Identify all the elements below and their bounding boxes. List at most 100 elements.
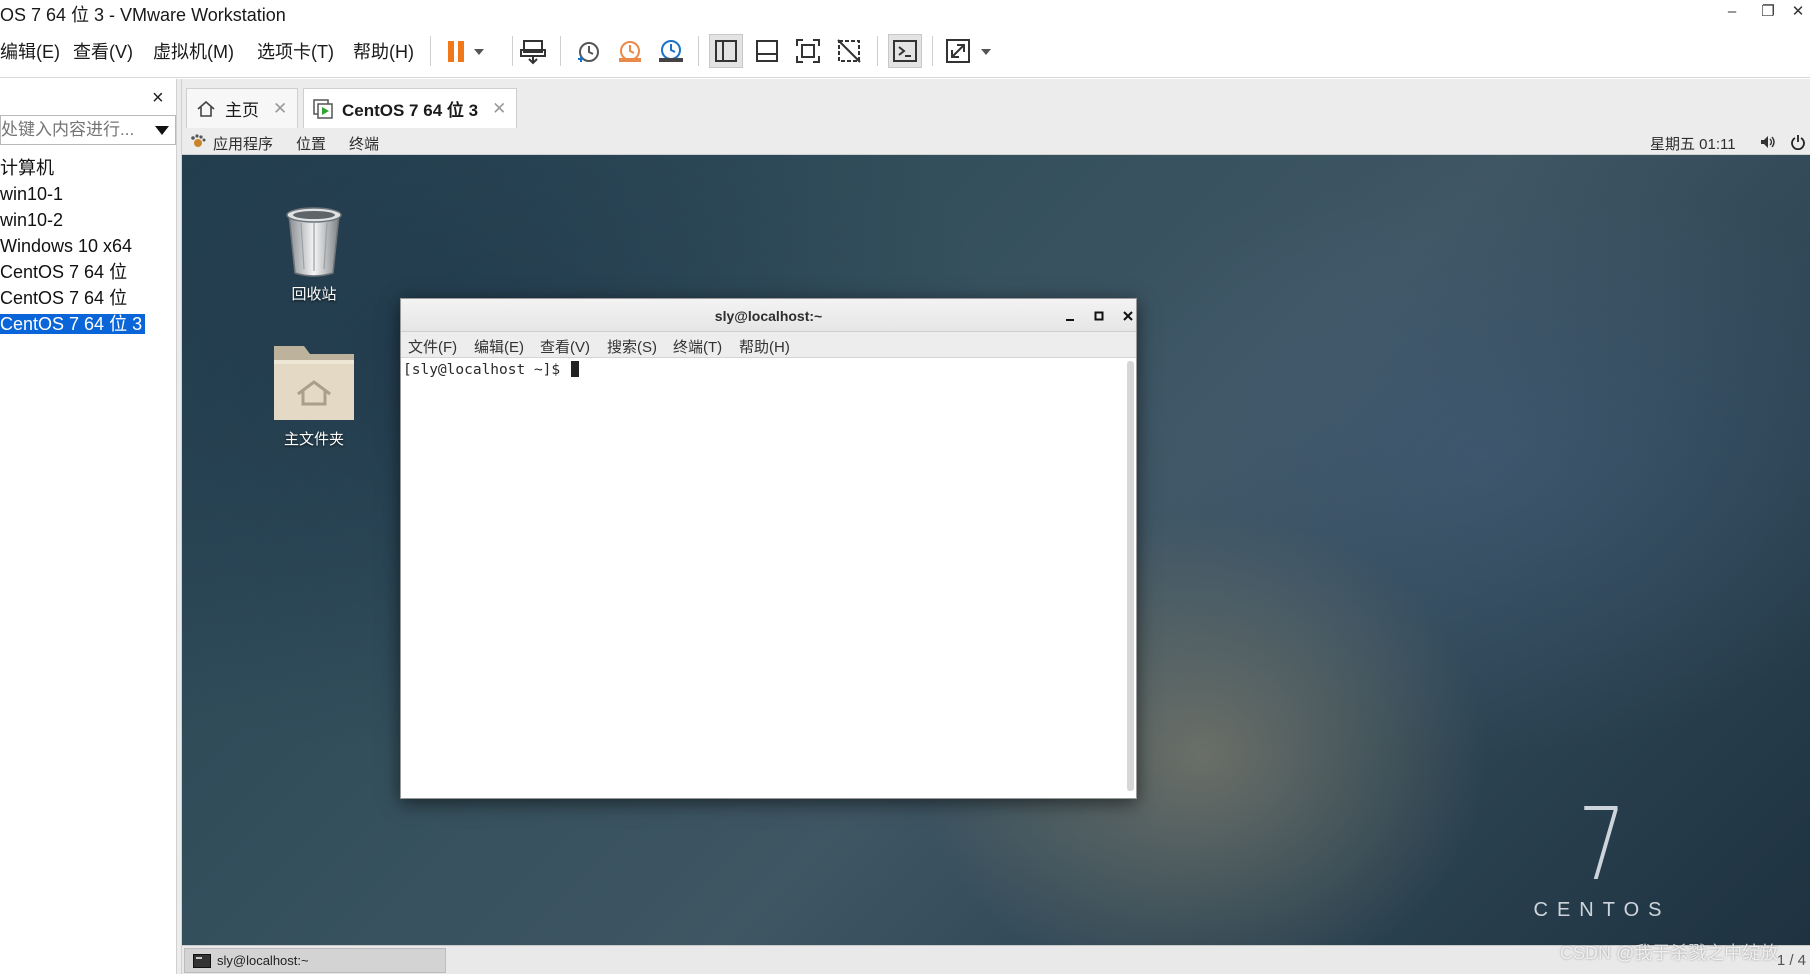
snapshot-icon bbox=[578, 42, 599, 62]
terminal-menu-view[interactable]: 查看(V) bbox=[540, 336, 590, 357]
chevron-down-icon[interactable] bbox=[155, 126, 169, 135]
snapshot-button[interactable] bbox=[571, 34, 605, 68]
vm-list-item[interactable]: CentOS 7 64 位 bbox=[0, 259, 176, 285]
watermark: CSDN @我于杀戮之中绽放 bbox=[1560, 943, 1779, 963]
close-button[interactable]: ✕ bbox=[1786, 0, 1810, 22]
restore-button[interactable]: ❐ bbox=[1750, 0, 1786, 22]
vm-list-item[interactable]: 计算机 bbox=[0, 155, 176, 181]
menu-edit[interactable]: 编辑(E) bbox=[0, 38, 60, 64]
vm-list-item[interactable]: win10-1 bbox=[0, 181, 176, 207]
trash-icon bbox=[286, 207, 342, 277]
vm-list-item-label: CentOS 7 64 位 bbox=[0, 288, 128, 308]
vm-list-item-label: win10-1 bbox=[0, 184, 64, 204]
vm-list-item-label: Windows 10 x64 bbox=[0, 236, 133, 256]
terminal-menu-terminal[interactable]: 终端(T) bbox=[673, 336, 722, 357]
taskbar-item-label: sly@localhost:~ bbox=[217, 953, 309, 968]
gnome-terminal-menu[interactable]: 终端 bbox=[349, 133, 379, 154]
centos-branding: 7 CENTOS bbox=[1532, 795, 1672, 922]
terminal-close-button[interactable] bbox=[1117, 305, 1139, 327]
snapshot-manager-button[interactable] bbox=[653, 34, 687, 68]
terminal-menu-search[interactable]: 搜索(S) bbox=[607, 336, 657, 357]
vm-area: 主页 ✕ CentOS 7 64 位 3 ✕ 应用程序 位置 终端 星期五 01… bbox=[182, 79, 1810, 974]
tab-vm-label: CentOS 7 64 位 3 bbox=[342, 101, 479, 120]
toolbar-separator bbox=[512, 36, 513, 66]
pause-icon bbox=[448, 41, 484, 62]
terminal-maximize-button[interactable] bbox=[1088, 305, 1110, 327]
library-view-icon bbox=[715, 40, 737, 62]
vm-list-item-selected[interactable]: CentOS 7 64 位 3 bbox=[0, 311, 176, 337]
library-search bbox=[0, 115, 176, 145]
menu-help[interactable]: 帮助(H) bbox=[353, 38, 414, 64]
toolbar-separator bbox=[877, 36, 878, 66]
terminal-prompt-text: [sly@localhost ~]$ bbox=[403, 362, 569, 378]
toolbar-separator bbox=[560, 36, 561, 66]
unity-button[interactable] bbox=[832, 34, 866, 68]
home-icon bbox=[197, 100, 215, 117]
terminal-title-bar[interactable]: sly@localhost:~ bbox=[401, 299, 1136, 332]
toolbar-separator bbox=[430, 36, 431, 66]
power-icon[interactable] bbox=[1790, 134, 1806, 150]
terminal-window[interactable]: sly@localhost:~ 文件(F) 编辑(E) 查看(V) 搜索(S) … bbox=[400, 298, 1137, 799]
tab-bar: 主页 ✕ CentOS 7 64 位 3 ✕ bbox=[182, 79, 1810, 128]
vm-list: 计算机 win10-1 win10-2 Windows 10 x64 CentO… bbox=[0, 155, 176, 337]
thumbnail-bar-button[interactable] bbox=[750, 34, 784, 68]
desktop-icon-label: 主文件夹 bbox=[283, 431, 344, 448]
menu-view[interactable]: 查看(V) bbox=[73, 38, 133, 64]
terminal-icon bbox=[193, 953, 211, 968]
menu-tabs[interactable]: 选项卡(T) bbox=[257, 38, 334, 64]
stretch-guest-button[interactable] bbox=[943, 34, 997, 68]
desktop-icon-home-folder[interactable]: 主文件夹 bbox=[259, 338, 369, 449]
vm-list-item[interactable]: Windows 10 x64 bbox=[0, 233, 176, 259]
console-view-button[interactable] bbox=[888, 34, 922, 68]
desktop-icon-trash[interactable]: 回收站 bbox=[259, 201, 369, 304]
toolbar-separator bbox=[932, 36, 933, 66]
vm-list-item-label: win10-2 bbox=[0, 210, 64, 230]
unity-icon bbox=[837, 39, 861, 63]
desktop-icon-label: 回收站 bbox=[291, 286, 337, 303]
menu-toolbar: 编辑(E) 查看(V) 虚拟机(M) 选项卡(T) 帮助(H) bbox=[0, 24, 1810, 78]
revert-snapshot-button[interactable] bbox=[612, 34, 646, 68]
close-icon bbox=[1123, 311, 1133, 321]
send-ctrl-alt-del-button[interactable] bbox=[516, 34, 550, 68]
terminal-minimize-button[interactable] bbox=[1059, 305, 1081, 327]
tab-home-label: 主页 bbox=[225, 101, 259, 120]
title-bar: OS 7 64 位 3 - VMware Workstation – ❐ ✕ bbox=[0, 0, 1810, 25]
thumbnail-bar-icon bbox=[756, 40, 778, 62]
vm-running-icon bbox=[313, 98, 333, 119]
terminal-menu-file[interactable]: 文件(F) bbox=[408, 336, 457, 357]
fullscreen-button[interactable] bbox=[791, 34, 825, 68]
pause-button[interactable] bbox=[438, 34, 490, 68]
tab-vm[interactable]: CentOS 7 64 位 3 ✕ bbox=[303, 88, 517, 128]
tab-home[interactable]: 主页 ✕ bbox=[186, 88, 298, 128]
volume-icon[interactable] bbox=[1759, 134, 1777, 150]
library-close-button[interactable]: × bbox=[152, 87, 164, 110]
guest-screen[interactable]: 应用程序 位置 终端 星期五 01:11 回收站 主文件夹 7 CENTOS s… bbox=[182, 128, 1810, 974]
tab-close-button[interactable]: ✕ bbox=[273, 99, 287, 119]
vm-list-item-label: 计算机 bbox=[0, 158, 54, 178]
minimize-button[interactable]: – bbox=[1714, 0, 1750, 22]
menu-vm[interactable]: 虚拟机(M) bbox=[153, 38, 234, 64]
terminal-menu-help[interactable]: 帮助(H) bbox=[739, 336, 790, 357]
terminal-body[interactable]: [sly@localhost ~]$ bbox=[401, 358, 1136, 798]
tab-close-button[interactable]: ✕ bbox=[492, 99, 506, 119]
gnome-places-menu[interactable]: 位置 bbox=[296, 133, 326, 154]
terminal-title: sly@localhost:~ bbox=[714, 308, 823, 324]
gnome-top-bar: 应用程序 位置 终端 星期五 01:11 bbox=[182, 128, 1810, 155]
vm-list-item[interactable]: win10-2 bbox=[0, 207, 176, 233]
vm-list-item[interactable]: CentOS 7 64 位 bbox=[0, 285, 176, 311]
library-search-input[interactable] bbox=[1, 116, 151, 144]
gnome-clock[interactable]: 星期五 01:11 bbox=[1650, 133, 1736, 154]
stretch-guest-icon bbox=[946, 39, 991, 63]
library-view-button[interactable] bbox=[709, 34, 743, 68]
maximize-icon bbox=[1094, 311, 1104, 321]
snapshot-manager-icon bbox=[659, 40, 683, 62]
taskbar-item-terminal[interactable]: sly@localhost:~ bbox=[184, 948, 446, 973]
terminal-menu-edit[interactable]: 编辑(E) bbox=[474, 336, 524, 357]
terminal-prompt: [sly@localhost ~]$ bbox=[403, 361, 579, 378]
terminal-scrollbar[interactable] bbox=[1127, 361, 1134, 791]
workspace-indicator[interactable]: 1 / 4 bbox=[1777, 952, 1806, 969]
home-folder-icon bbox=[274, 346, 354, 420]
terminal-menu-bar: 文件(F) 编辑(E) 查看(V) 搜索(S) 终端(T) 帮助(H) bbox=[401, 332, 1136, 358]
terminal-cursor bbox=[570, 361, 579, 377]
gnome-applications-menu[interactable]: 应用程序 bbox=[213, 133, 273, 154]
